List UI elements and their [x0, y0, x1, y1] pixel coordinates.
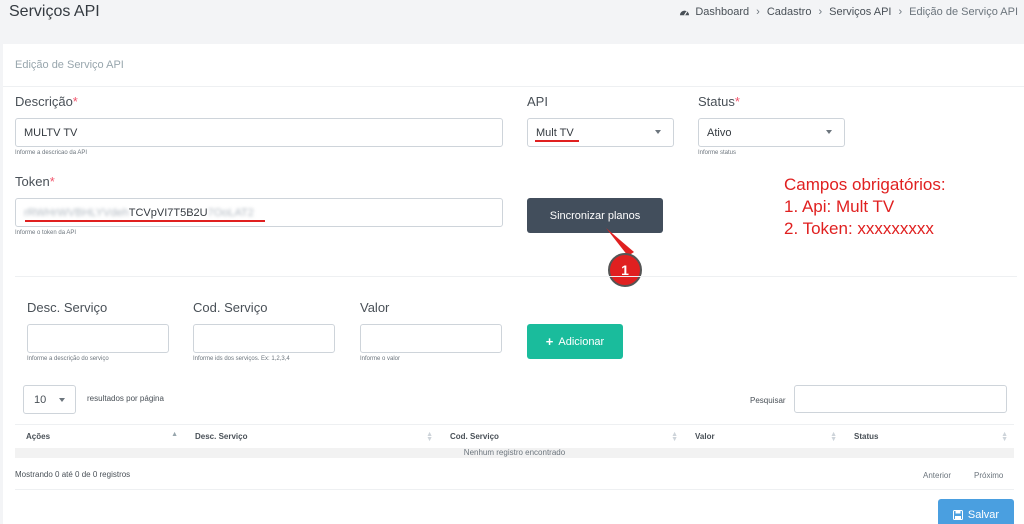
pagination-next[interactable]: Próximo: [974, 471, 1003, 480]
cod-servico-help: Informe ids dos serviços. Ex: 1,2,3,4: [193, 356, 290, 362]
descricao-value: MULTV TV: [24, 126, 78, 139]
card-title: Edição de Serviço API: [15, 59, 124, 71]
page-title: Serviços API: [9, 3, 100, 20]
add-button-label: Adicionar: [558, 335, 605, 348]
breadcrumb-separator: ›: [898, 6, 903, 18]
column-label: Valor: [695, 432, 715, 441]
api-select[interactable]: Mult TV: [527, 118, 674, 147]
breadcrumb-dashboard[interactable]: Dashboard: [695, 6, 749, 18]
note-line: 2. Token: xxxxxxxxx: [784, 219, 934, 238]
breadcrumb-cadastro[interactable]: Cadastro: [767, 6, 812, 18]
breadcrumb-separator: ›: [818, 6, 823, 18]
table-header: Ações ▲ Desc. Serviço ▲ ▼ Cod. Serviço ▲ ▼…: [15, 424, 1014, 448]
column-label: Desc. Serviço: [195, 432, 248, 441]
status-label: Status*: [698, 94, 740, 109]
column-label: Status: [854, 432, 879, 441]
api-select-value: Mult TV: [536, 126, 574, 139]
page-length-label: resultados por página: [87, 394, 164, 403]
column-desc-servico[interactable]: Desc. Serviço ▲ ▼: [184, 425, 439, 449]
valor-input[interactable]: [360, 324, 502, 353]
breadcrumb: Dashboard › Cadastro › Serviços API › Ed…: [679, 6, 1018, 18]
column-status[interactable]: Status ▲ ▼: [843, 425, 1014, 449]
page-length-value: 10: [34, 393, 47, 406]
descricao-label-text: Descrição: [15, 94, 73, 109]
status-help: Informe status: [698, 150, 737, 156]
required-fields-note: Campos obrigatórios: 1. Api: Mult TV 2. …: [784, 174, 946, 240]
token-blurred-suffix: 7OoLAT2: [207, 206, 254, 219]
save-button[interactable]: Salvar: [938, 499, 1014, 524]
sort-icon: ▲ ▼: [1001, 430, 1008, 443]
plus-icon: +: [545, 334, 554, 349]
breadcrumb-servicos-api[interactable]: Serviços API: [829, 6, 891, 18]
desc-servico-help: Informe a descrição do serviço: [27, 356, 109, 362]
sort-asc-icon: ▲: [171, 430, 178, 438]
chevron-down-icon: [655, 130, 661, 134]
section-divider: [15, 276, 1017, 277]
search-label: Pesquisar: [750, 396, 786, 405]
sort-icon: ▲ ▼: [671, 430, 678, 443]
chevron-down-icon: [59, 398, 65, 402]
note-line: 1. Api: Mult TV: [784, 197, 895, 216]
top-bar: Serviços API Dashboard › Cadastro › Serv…: [0, 0, 1024, 24]
api-label: API: [527, 94, 548, 109]
token-label-text: Token: [15, 174, 50, 189]
sort-icon: ▲ ▼: [426, 430, 433, 443]
footer-divider: [15, 489, 1014, 490]
column-valor[interactable]: Valor ▲ ▼: [684, 425, 843, 449]
breadcrumb-separator: ›: [756, 6, 760, 18]
token-label: Token*: [15, 174, 55, 189]
search-input[interactable]: [794, 385, 1007, 413]
column-acoes[interactable]: Ações ▲: [15, 425, 184, 449]
descricao-help: Informe a descricao da API: [15, 150, 88, 156]
edit-card: Edição de Serviço API Descrição* MULTV T…: [3, 44, 1024, 524]
desc-servico-input[interactable]: [27, 324, 169, 353]
breadcrumb-current: Edição de Serviço API: [909, 6, 1018, 18]
dashboard-icon: [680, 10, 690, 16]
floppy-disk-icon: [952, 510, 963, 520]
required-mark: *: [72, 94, 78, 109]
token-visible-part: TCVpVI7T5B2U: [128, 206, 208, 219]
add-button[interactable]: + Adicionar: [527, 324, 623, 359]
save-button-label: Salvar: [967, 509, 1000, 521]
column-cod-servico[interactable]: Cod. Serviço ▲ ▼: [439, 425, 684, 449]
empty-table-row: Nenhum registro encontrado: [15, 448, 1014, 458]
token-annotation-underline: [25, 220, 265, 222]
pagination-previous[interactable]: Anterior: [923, 471, 951, 480]
status-select[interactable]: Ativo: [698, 118, 845, 147]
descricao-input[interactable]: MULTV TV: [15, 118, 503, 147]
cod-servico-label: Cod. Serviço: [193, 300, 268, 315]
desc-servico-label: Desc. Serviço: [27, 300, 108, 315]
column-label: Ações: [26, 432, 51, 441]
required-mark: *: [49, 174, 55, 189]
descricao-label: Descrição*: [15, 94, 78, 109]
valor-help: Informe o valor: [360, 356, 401, 362]
column-label: Cod. Serviço: [450, 432, 499, 441]
token-blurred-prefix: rRWHrWVBHLYVdeh: [24, 206, 129, 219]
api-annotation-underline: [535, 140, 579, 142]
chevron-down-icon: [826, 130, 832, 134]
page-length-select[interactable]: 10: [23, 385, 76, 414]
cod-servico-input[interactable]: [193, 324, 335, 353]
sort-icon: ▲ ▼: [830, 430, 837, 443]
status-select-value: Ativo: [707, 126, 732, 139]
note-line: Campos obrigatórios:: [784, 175, 946, 194]
token-help: Informe o token da API: [15, 230, 77, 236]
callout-marker: 1: [606, 228, 642, 287]
status-label-text: Status: [698, 94, 735, 109]
card-header-divider: [3, 86, 1024, 87]
token-input[interactable]: rRWHrWVBHLYVdeh TCVpVI7T5B2U 7OoLAT2: [15, 198, 503, 227]
valor-label: Valor: [360, 300, 390, 315]
required-mark: *: [734, 94, 740, 109]
table-info: Mostrando 0 até 0 de 0 registros: [15, 470, 131, 479]
